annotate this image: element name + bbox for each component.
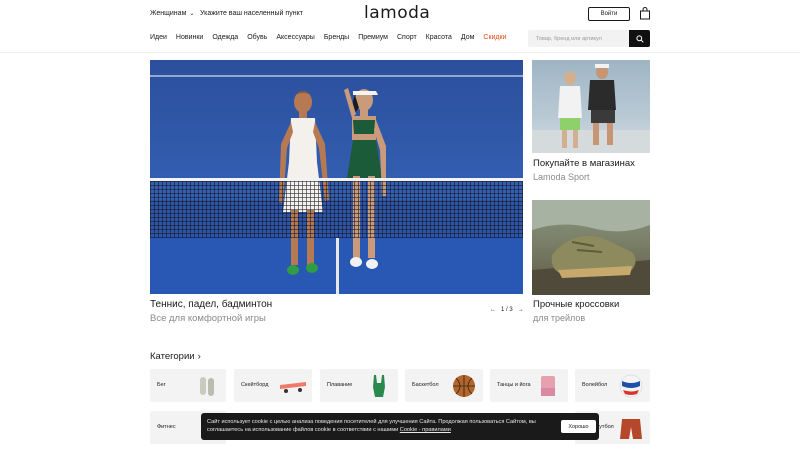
search-bar [528, 30, 650, 47]
hero-banner-image[interactable] [150, 60, 523, 294]
nav-item-new[interactable]: Новинки [176, 34, 203, 41]
promo-trail-shoes-image[interactable] [532, 200, 650, 295]
hero-title[interactable]: Теннис, падел, бадминтон [150, 299, 272, 310]
shopping-bag-icon[interactable] [639, 7, 651, 20]
hero-court-line [336, 238, 339, 294]
gender-selector[interactable]: Женщинам ⌄ [150, 10, 194, 17]
category-swimming[interactable]: Плавание [320, 369, 398, 402]
cookie-accept-button[interactable]: Хорошо [561, 420, 596, 433]
arrow-right-icon[interactable]: → [518, 307, 524, 313]
nav-item-ideas[interactable]: Идеи [150, 34, 167, 41]
login-button[interactable]: Войти [588, 7, 630, 21]
category-skateboard[interactable]: Скейтборд [234, 369, 312, 402]
volleyball-icon [619, 374, 643, 398]
shorts-icon [620, 419, 642, 439]
header: Женщинам ⌄ Укажите ваш населенный пункт … [0, 0, 800, 52]
chevron-down-icon: ⌄ [189, 11, 195, 17]
nav-item-sale[interactable]: Скидки [483, 34, 506, 41]
nav-item-home[interactable]: Дом [461, 34, 475, 41]
categories-heading-label: Категории [150, 351, 195, 362]
category-basketball[interactable]: Баскетбол [405, 369, 483, 402]
category-label: Фитнес [157, 424, 176, 430]
category-label: Скейтборд [241, 382, 269, 388]
chevron-right-icon: › [197, 351, 201, 362]
basketball-icon [453, 375, 475, 397]
promo-trail-shoes-subtitle: для трейлов [533, 313, 586, 323]
nav-item-accessories[interactable]: Аксессуары [276, 34, 314, 41]
promo-trail-shoes-illustration [532, 200, 650, 295]
hero-tennis-net [150, 178, 523, 238]
cookie-message: Сайт использует cookie с целью анализа п… [207, 419, 536, 433]
search-button[interactable] [629, 30, 650, 47]
arrow-left-icon[interactable]: ← [490, 307, 496, 313]
nav-item-clothes[interactable]: Одежда [212, 34, 238, 41]
category-volleyball[interactable]: Волейбол [575, 369, 650, 402]
nav-item-sport[interactable]: Спорт [397, 34, 417, 41]
nav-item-premium[interactable]: Премиум [358, 34, 388, 41]
search-icon [635, 34, 644, 43]
hero-pager: ← 1 / 3 → [490, 307, 524, 313]
skateboard-icon [280, 382, 306, 393]
nav-item-shoes[interactable]: Обувь [247, 34, 267, 41]
gender-label: Женщинам [150, 10, 187, 17]
category-label: Бег [157, 382, 166, 388]
hero-subtitle: Все для комфортной игры [150, 313, 266, 324]
cookie-text: Сайт использует cookie с целью анализа п… [207, 418, 547, 434]
category-label: Танцы и йога [497, 382, 531, 388]
yoga-mat-icon [541, 376, 555, 396]
promo-stores-subtitle: Lamoda Sport [533, 172, 590, 182]
category-dance-yoga[interactable]: Танцы и йога [490, 369, 568, 402]
cookie-banner: Сайт использует cookie с целью анализа п… [201, 413, 599, 440]
promo-stores-title[interactable]: Покупайте в магазинах [533, 158, 635, 169]
promo-stores-image[interactable] [532, 60, 650, 153]
promo-trail-shoes-title[interactable]: Прочные кроссовки [533, 299, 619, 310]
header-divider [0, 52, 800, 53]
cookie-policy-link[interactable]: Cookie - правилами [400, 427, 451, 433]
nav-item-beauty[interactable]: Красота [426, 34, 452, 41]
category-label: Волейбол [582, 382, 608, 388]
sneakers-icon [200, 377, 214, 396]
category-label: Плавание [327, 382, 353, 388]
swimsuit-icon [373, 375, 385, 397]
promo-stores-illustration [532, 64, 650, 153]
category-running[interactable]: Бег [150, 369, 226, 402]
hero-wall-line [150, 75, 523, 77]
categories-heading[interactable]: Категории › [150, 351, 201, 362]
location-link[interactable]: Укажите ваш населенный пункт [200, 10, 303, 17]
category-label: Баскетбол [412, 382, 439, 388]
main-nav: Идеи Новинки Одежда Обувь Аксессуары Бре… [150, 34, 516, 41]
logo[interactable]: lamoda [364, 3, 430, 23]
pager-counter: 1 / 3 [501, 307, 513, 313]
search-input[interactable] [528, 35, 628, 42]
nav-item-brands[interactable]: Бренды [324, 34, 349, 41]
